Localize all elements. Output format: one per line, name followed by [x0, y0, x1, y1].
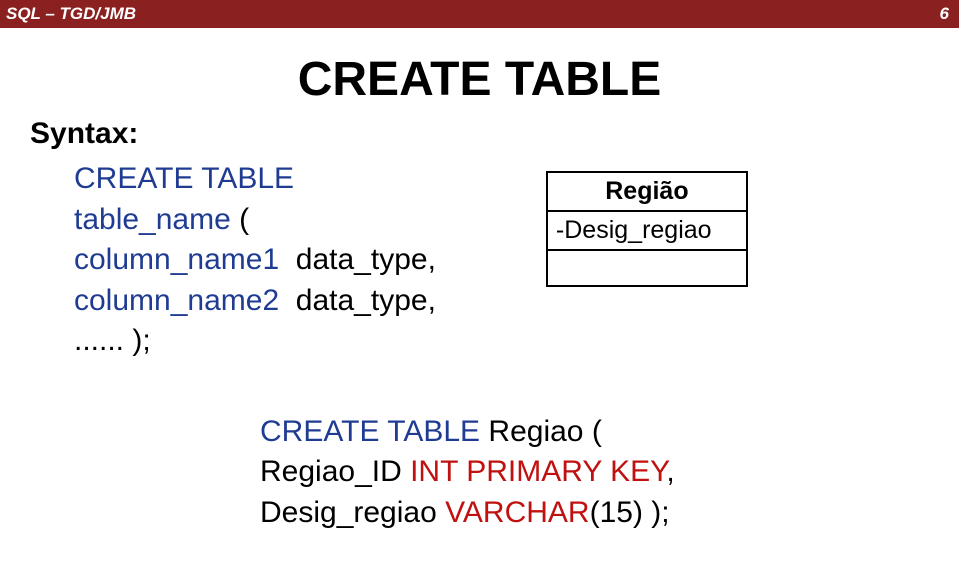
syntax-col1: column_name1	[74, 243, 279, 276]
syntax-tablename: table_name	[74, 203, 231, 236]
syntax-line-4: column_name2 data_type,	[74, 281, 436, 322]
page-title: CREATE TABLE	[0, 52, 959, 107]
content-area: Syntax: CREATE TABLE table_name ( column…	[0, 117, 959, 362]
syntax-line-1: CREATE TABLE	[74, 159, 436, 200]
example-table-name: Regiao (	[480, 415, 602, 448]
entity-field: -Desig_regiao	[547, 211, 747, 250]
syntax-line-3: column_name1 data_type,	[74, 240, 436, 281]
entity-table: Região -Desig_regiao	[546, 171, 748, 287]
entity-header: Região	[547, 172, 747, 211]
example-col2-name: Desig_regiao	[260, 496, 445, 529]
header-bar: SQL – TGD/JMB 6	[0, 0, 959, 28]
header-left-text: SQL – TGD/JMB	[6, 4, 136, 24]
example-comma: ,	[666, 455, 674, 488]
example-col1-type: INT PRIMARY KEY	[410, 455, 666, 488]
syntax-open-paren: (	[231, 203, 249, 236]
syntax-col2: column_name2	[74, 284, 279, 317]
example-create-table: CREATE TABLE	[260, 415, 480, 448]
page-number: 6	[940, 4, 949, 24]
example-line-1: CREATE TABLE Regiao (	[260, 412, 959, 453]
example-line-3: Desig_regiao VARCHAR(15) );	[260, 493, 959, 534]
syntax-keyword: CREATE TABLE	[74, 162, 294, 195]
example-col2-size: (15) );	[590, 496, 670, 529]
syntax-line-2: table_name (	[74, 200, 436, 241]
syntax-datatype-1: data_type,	[296, 243, 436, 276]
syntax-label: Syntax:	[30, 117, 436, 151]
syntax-block: Syntax: CREATE TABLE table_name ( column…	[30, 117, 436, 362]
entity-empty-row	[547, 250, 747, 286]
syntax-datatype-2: data_type,	[296, 284, 436, 317]
example-line-2: Regiao_ID INT PRIMARY KEY,	[260, 452, 959, 493]
example-block: CREATE TABLE Regiao ( Regiao_ID INT PRIM…	[260, 412, 959, 534]
example-col2-type: VARCHAR	[445, 496, 589, 529]
entity-diagram: Região -Desig_regiao	[546, 171, 748, 362]
syntax-line-5: ...... );	[74, 321, 436, 362]
example-col1-name: Regiao_ID	[260, 455, 410, 488]
